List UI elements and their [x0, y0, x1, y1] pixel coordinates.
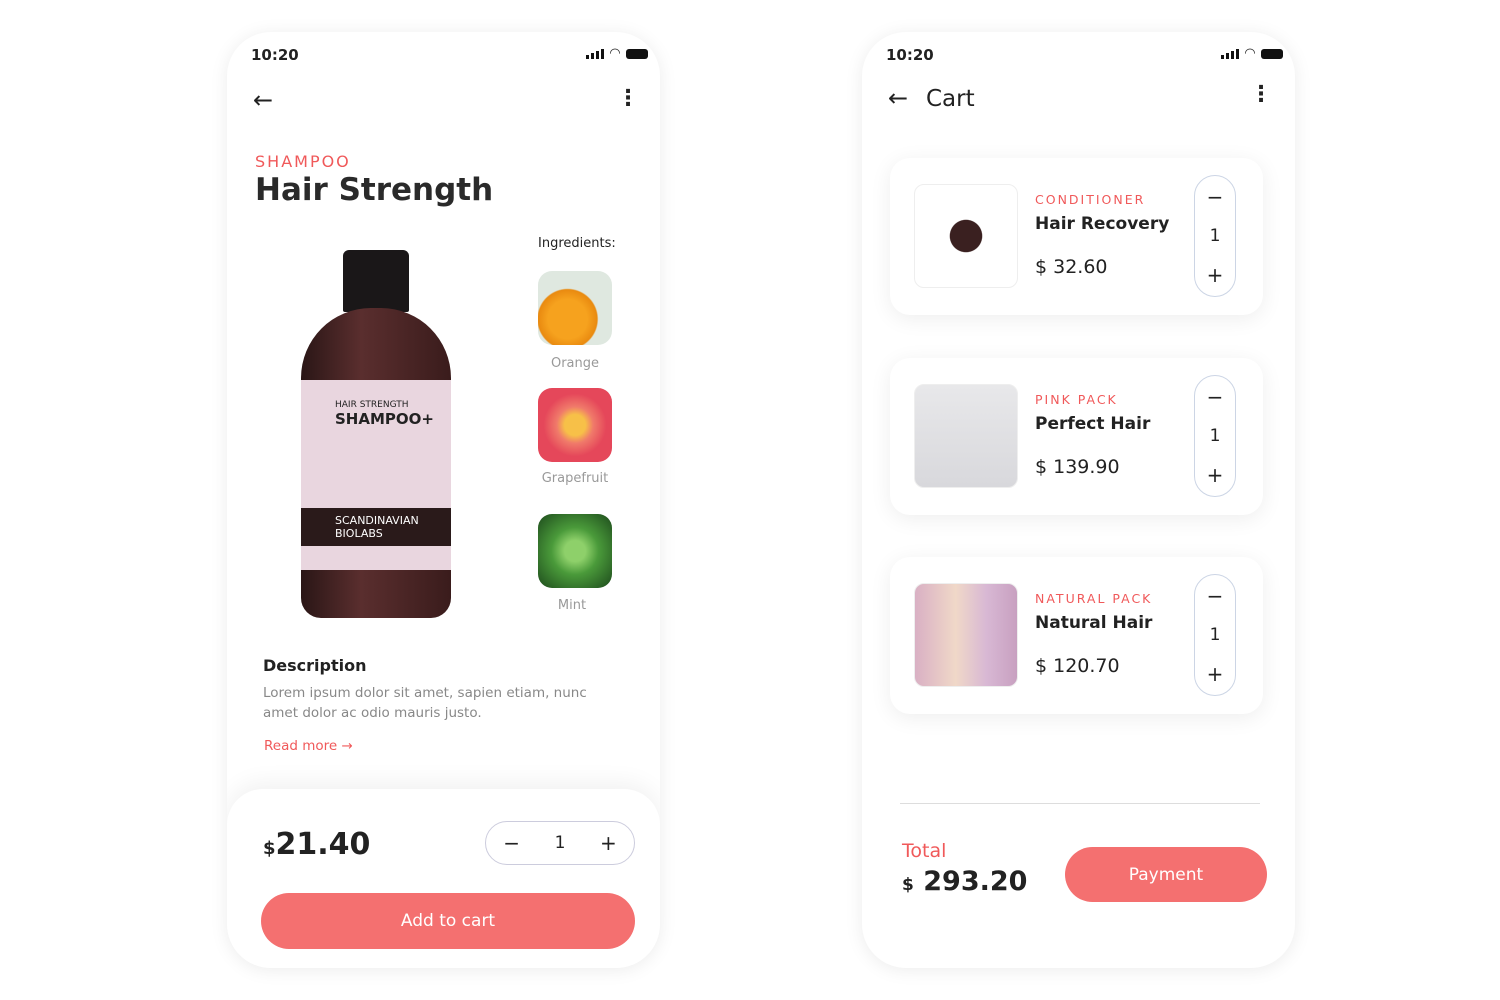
increase-button[interactable]: +: [1207, 263, 1224, 287]
cart-title: Cart: [926, 86, 975, 112]
bottle-label-name: SHAMPOO+: [335, 410, 434, 428]
product-price: $21.40: [263, 827, 370, 862]
product-category: SHAMPOO: [255, 152, 351, 171]
decrease-button[interactable]: −: [503, 831, 520, 855]
ingredient-name: Orange: [550, 356, 600, 371]
wifi-icon: ◠: [1245, 46, 1255, 61]
quantity-value: 1: [1209, 624, 1221, 645]
item-category: CONDITIONER: [1035, 192, 1146, 207]
product-title: Hair Strength: [255, 172, 494, 208]
quantity-stepper: − 1 +: [1194, 375, 1236, 497]
cart-item: CONDITIONER Hair Recovery $ 32.60 − 1 +: [890, 158, 1263, 315]
increase-button[interactable]: +: [1207, 463, 1224, 487]
cart-item: PINK PACK Perfect Hair $ 139.90 − 1 +: [890, 358, 1263, 515]
increase-button[interactable]: +: [1207, 662, 1224, 686]
more-options-icon[interactable]: ⋮: [1250, 84, 1272, 106]
quantity-value: 1: [1209, 425, 1221, 446]
item-name: Hair Recovery: [1035, 214, 1170, 234]
quantity-stepper: − 1 +: [485, 821, 635, 865]
ingredient-grapefruit-image[interactable]: [538, 388, 612, 462]
cart-item: NATURAL PACK Natural Hair $ 120.70 − 1 +: [890, 557, 1263, 714]
battery-icon: [1261, 48, 1283, 59]
description-title: Description: [263, 656, 367, 675]
quantity-value: 1: [1209, 225, 1221, 246]
product-image: HAIR STRENGTH SHAMPOO+ SCANDINAVIAN BIOL…: [301, 250, 451, 620]
quantity-value: 1: [554, 833, 566, 853]
read-more-link[interactable]: Read more →: [264, 738, 353, 754]
decrease-button[interactable]: −: [1207, 584, 1224, 608]
payment-button[interactable]: Payment: [1065, 847, 1267, 902]
price-value: 21.40: [275, 827, 371, 862]
item-category: NATURAL PACK: [1035, 591, 1153, 606]
ingredient-name: Mint: [557, 598, 587, 613]
item-category: PINK PACK: [1035, 392, 1118, 407]
product-screen: 10:20 ◠ ← ⋮ SHAMPOO Hair Strength HAIR S…: [227, 32, 660, 968]
item-image: [914, 583, 1018, 687]
divider: [900, 803, 1260, 804]
total-amount: $ 293.20: [902, 866, 1027, 897]
status-icons: ◠: [586, 46, 648, 61]
more-options-icon[interactable]: ⋮: [617, 88, 639, 110]
ingredient-mint-image[interactable]: [538, 514, 612, 588]
ingredient-name: Grapefruit: [541, 471, 609, 486]
purchase-panel: $21.40 − 1 + Add to cart: [227, 789, 660, 968]
back-arrow-icon[interactable]: ←: [253, 88, 273, 112]
total-value: 293.20: [923, 866, 1028, 897]
item-image: [914, 184, 1018, 288]
signal-icon: [586, 48, 604, 59]
item-image: [914, 384, 1018, 488]
item-name: Natural Hair: [1035, 613, 1153, 633]
decrease-button[interactable]: −: [1207, 185, 1224, 209]
currency-symbol: $: [263, 838, 276, 859]
item-price: $ 120.70: [1035, 655, 1120, 677]
quantity-stepper: − 1 +: [1194, 574, 1236, 696]
ingredient-orange-image[interactable]: [538, 271, 612, 345]
currency-symbol: $: [902, 875, 914, 895]
add-to-cart-button[interactable]: Add to cart: [261, 893, 635, 949]
wifi-icon: ◠: [610, 46, 620, 61]
read-more-label: Read more: [264, 738, 338, 754]
bottle-label-line: HAIR STRENGTH: [335, 400, 409, 410]
back-arrow-icon[interactable]: ←: [888, 86, 908, 110]
ingredients-label: Ingredients:: [538, 236, 616, 251]
bottle-label-brand: SCANDINAVIAN BIOLABS: [301, 508, 451, 546]
cart-screen: 10:20 ◠ ← Cart ⋮ CONDITIONER Hair Recove…: [862, 32, 1295, 968]
description-text: Lorem ipsum dolor sit amet, sapien etiam…: [263, 685, 587, 721]
item-price: $ 139.90: [1035, 456, 1120, 478]
battery-icon: [626, 48, 648, 59]
status-time: 10:20: [886, 46, 934, 64]
arrow-right-icon: →: [341, 738, 353, 754]
decrease-button[interactable]: −: [1207, 385, 1224, 409]
total-label: Total: [902, 840, 947, 862]
increase-button[interactable]: +: [600, 831, 617, 855]
status-icons: ◠: [1221, 46, 1283, 61]
item-name: Perfect Hair: [1035, 414, 1151, 434]
item-price: $ 32.60: [1035, 256, 1108, 278]
signal-icon: [1221, 48, 1239, 59]
quantity-stepper: − 1 +: [1194, 175, 1236, 297]
status-time: 10:20: [251, 46, 299, 64]
